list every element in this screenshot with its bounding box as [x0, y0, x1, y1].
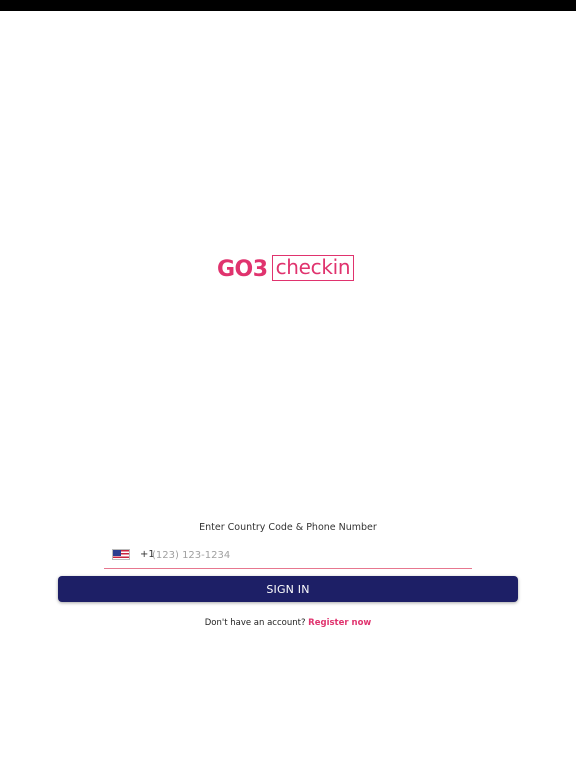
- flag-canton: [113, 550, 121, 556]
- status-bar: [0, 0, 576, 11]
- phone-label: Enter Country Code & Phone Number: [199, 522, 377, 533]
- register-now-link[interactable]: Register now: [308, 618, 371, 628]
- phone-input[interactable]: [152, 546, 462, 564]
- register-row: Don't have an account? Register now: [0, 618, 576, 628]
- us-flag-icon[interactable]: [112, 549, 130, 560]
- logo-checkin-text: checkin: [275, 255, 351, 279]
- logo-go3-text: GO3: [217, 257, 268, 282]
- phone-field-row: +1: [104, 544, 472, 569]
- logo-checkin-box: checkin: [271, 255, 355, 281]
- go3-checkin-logo: GO3 checkin: [217, 254, 355, 282]
- sign-in-button[interactable]: SIGN IN: [58, 576, 518, 602]
- register-prompt: Don't have an account?: [204, 618, 306, 628]
